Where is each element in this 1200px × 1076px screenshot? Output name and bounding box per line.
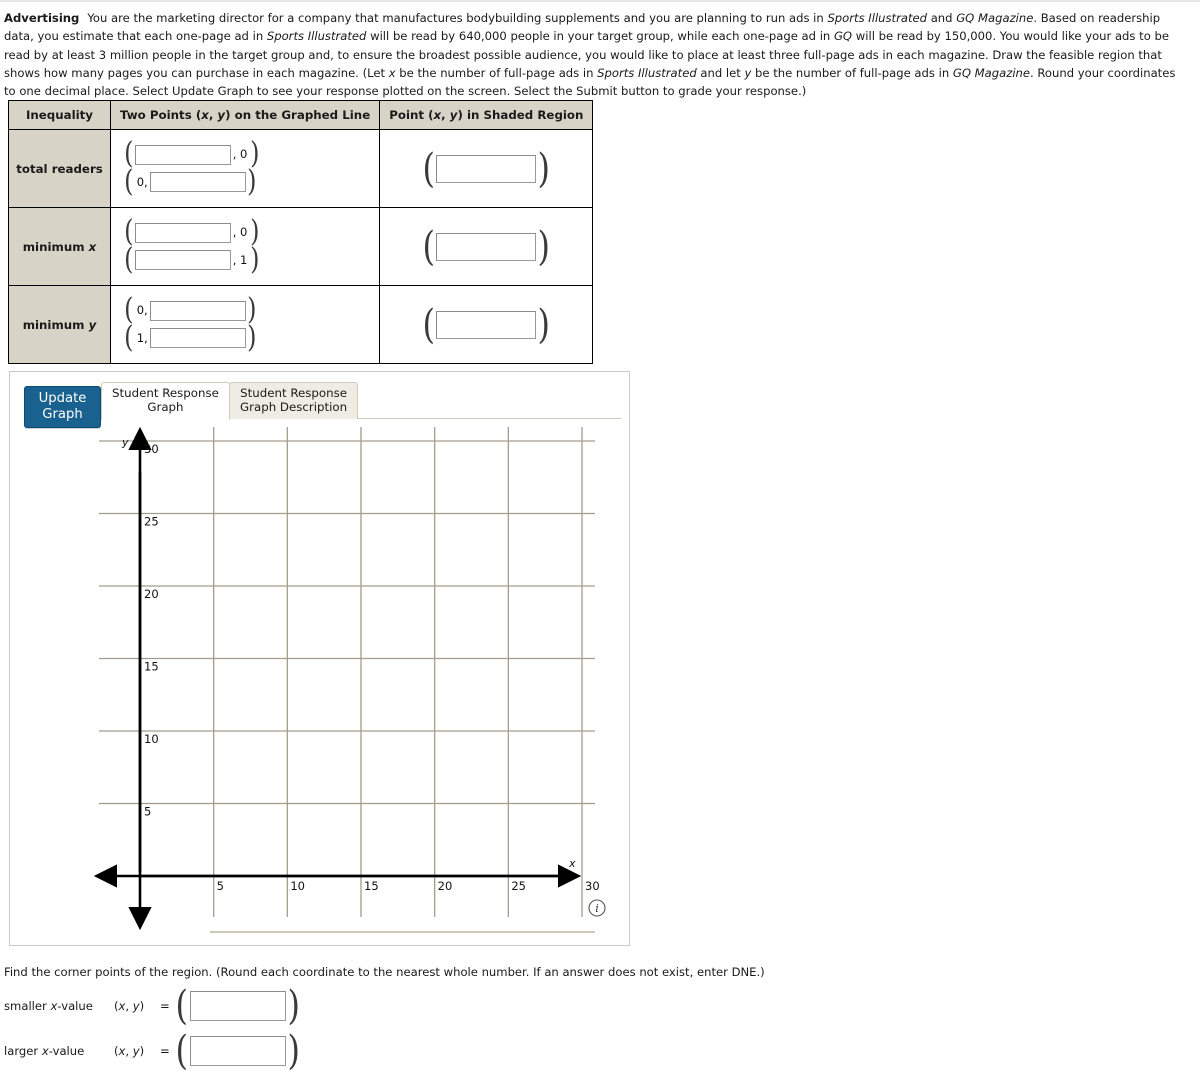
- x-axis-label: x: [568, 857, 576, 870]
- table-row: minimum x ( , 0 ) ( , 1 ) (): [8, 207, 594, 286]
- cell-two-points-minimum-y: ( 0, ) ( 1, ): [109, 285, 381, 364]
- row-label-total-readers: total readers: [8, 129, 111, 208]
- problem-topic: Advertising: [4, 11, 80, 25]
- x-tick-labels: 5 10 15 20 25 30: [217, 879, 600, 893]
- right-paren: ): [537, 145, 551, 192]
- table-row: minimum y ( 0, ) ( 1, ) (): [8, 285, 594, 364]
- problem-body: You are the marketing director for a com…: [4, 11, 1176, 99]
- minimum-y-p2-y-input[interactable]: [149, 328, 246, 349]
- right-paren: ): [287, 1028, 300, 1074]
- coordinate-pair: ( ): [380, 301, 592, 348]
- left-paren: (: [422, 223, 435, 270]
- cell-shaded-point-total-readers: ( ): [379, 129, 594, 208]
- right-paren: ): [537, 223, 551, 270]
- minimum-x-p1-x-input[interactable]: [134, 222, 231, 243]
- y-axis-label: y: [121, 436, 129, 449]
- answer-xy-notation: (x, y): [114, 1044, 145, 1058]
- coordinate-pair: ( ): [380, 223, 592, 270]
- right-paren: ): [250, 242, 260, 277]
- right-paren: ): [537, 301, 551, 348]
- x-tick-label-5: 5: [217, 879, 224, 893]
- x-tick-label-10: 10: [290, 879, 305, 893]
- x-tick-label-20: 20: [438, 879, 453, 893]
- coordinate-pair: ( , 1 ): [123, 242, 379, 277]
- page-root: Advertising You are the marketing directo…: [0, 0, 1200, 1076]
- x-tick-label-15: 15: [364, 879, 379, 893]
- left-paren: (: [124, 320, 134, 355]
- left-paren: (: [422, 301, 435, 348]
- right-paren: ): [287, 983, 300, 1029]
- svg-text:i: i: [595, 902, 599, 915]
- col-header-inequality: Inequality: [8, 100, 111, 130]
- minimum-x-p1-y-fixed: , 0: [232, 224, 248, 239]
- y-tick-label-25: 25: [144, 515, 159, 529]
- answer-label: larger x-value: [4, 1044, 85, 1058]
- row-label-minimum-x: minimum x: [8, 207, 111, 286]
- minimum-x-p2-y-fixed: , 1: [232, 252, 248, 267]
- right-paren: ): [246, 320, 257, 355]
- total-readers-p1-y-fixed: , 0: [232, 146, 248, 161]
- row-label-minimum-y: minimum y: [8, 285, 111, 364]
- problem-statement: Advertising You are the marketing directo…: [4, 9, 1190, 100]
- minimum-y-shaded-input[interactable]: [436, 310, 537, 339]
- left-paren: (: [124, 242, 134, 277]
- table-row: total readers ( , 0 ) ( 0, ) (): [8, 129, 594, 208]
- cell-two-points-minimum-x: ( , 0 ) ( , 1 ): [109, 207, 381, 286]
- inequality-table: Inequality Two Points (x, y) on the Grap…: [8, 100, 594, 364]
- col-header-two-points: Two Points (x, y) on the Graphed Line: [109, 100, 381, 130]
- minimum-x-p2-x-input[interactable]: [134, 250, 231, 271]
- minimum-y-p1-y-input[interactable]: [149, 300, 246, 321]
- coordinate-pair: ( ): [380, 145, 592, 192]
- vertical-gridlines: [213, 427, 583, 917]
- minimum-y-p2-x-fixed: 1,: [136, 330, 148, 345]
- col-header-shaded-point: Point (x, y) in Shaded Region: [379, 100, 594, 130]
- larger-x-value-input[interactable]: [189, 1036, 286, 1066]
- x-tick-label-30: 30: [585, 879, 600, 893]
- left-paren: (: [175, 983, 189, 1029]
- left-paren: (: [422, 145, 435, 192]
- smaller-x-value-input[interactable]: [189, 991, 286, 1021]
- left-paren: (: [175, 1028, 189, 1074]
- answer-xy-notation: (x, y): [114, 999, 145, 1013]
- info-icon[interactable]: i: [588, 899, 606, 917]
- minimum-x-shaded-input[interactable]: [436, 232, 537, 261]
- y-tick-labels: 5 10 15 20 25 30: [144, 442, 159, 819]
- y-tick-label-15: 15: [144, 660, 159, 674]
- cell-shaded-point-minimum-y: ( ): [379, 285, 594, 364]
- answer-equals: =: [160, 1044, 170, 1058]
- horizontal-gridlines: [99, 440, 595, 805]
- cell-two-points-total-readers: ( , 0 ) ( 0, ): [109, 129, 381, 208]
- total-readers-shaded-input[interactable]: [436, 154, 537, 183]
- answer-label: smaller x-value: [4, 999, 93, 1013]
- x-tick-label-25: 25: [511, 879, 526, 893]
- answer-row-smaller-x: smaller x-value (x, y) = ( ): [4, 983, 301, 1029]
- cell-shaded-point-minimum-x: ( ): [379, 207, 594, 286]
- table-header-row: Inequality Two Points (x, y) on the Grap…: [8, 100, 594, 130]
- top-divider: [0, 0, 1200, 2]
- right-paren: ): [246, 164, 257, 199]
- table-head: Inequality Two Points (x, y) on the Grap…: [8, 100, 594, 130]
- y-tick-label-20: 20: [144, 587, 159, 601]
- table-body: total readers ( , 0 ) ( 0, ) () minimum…: [8, 129, 594, 364]
- coordinate-plane[interactable]: 5 10 15 20 25 30 5 10 15 20 25 30 x y i: [10, 372, 631, 947]
- answer-equals: =: [160, 999, 170, 1013]
- answer-row-larger-x: larger x-value (x, y) = ( ): [4, 1028, 301, 1074]
- panel-bottom-rule: [210, 931, 595, 933]
- coordinate-pair: ( 0, ): [123, 164, 379, 199]
- y-tick-label-10: 10: [144, 732, 159, 746]
- corner-points-prompt: Find the corner points of the region. (R…: [4, 965, 765, 979]
- student-response-graph-panel: Update Graph Student Response Graph Stud…: [9, 371, 630, 946]
- left-paren: (: [124, 164, 134, 199]
- y-tick-label-30: 30: [144, 442, 159, 456]
- total-readers-p2-y-input[interactable]: [149, 172, 246, 193]
- total-readers-p2-x-fixed: 0,: [136, 174, 148, 189]
- y-tick-label-5: 5: [144, 805, 151, 819]
- minimum-y-p1-x-fixed: 0,: [136, 302, 148, 317]
- coordinate-pair: ( 1, ): [123, 320, 379, 355]
- total-readers-p1-x-input[interactable]: [134, 144, 231, 165]
